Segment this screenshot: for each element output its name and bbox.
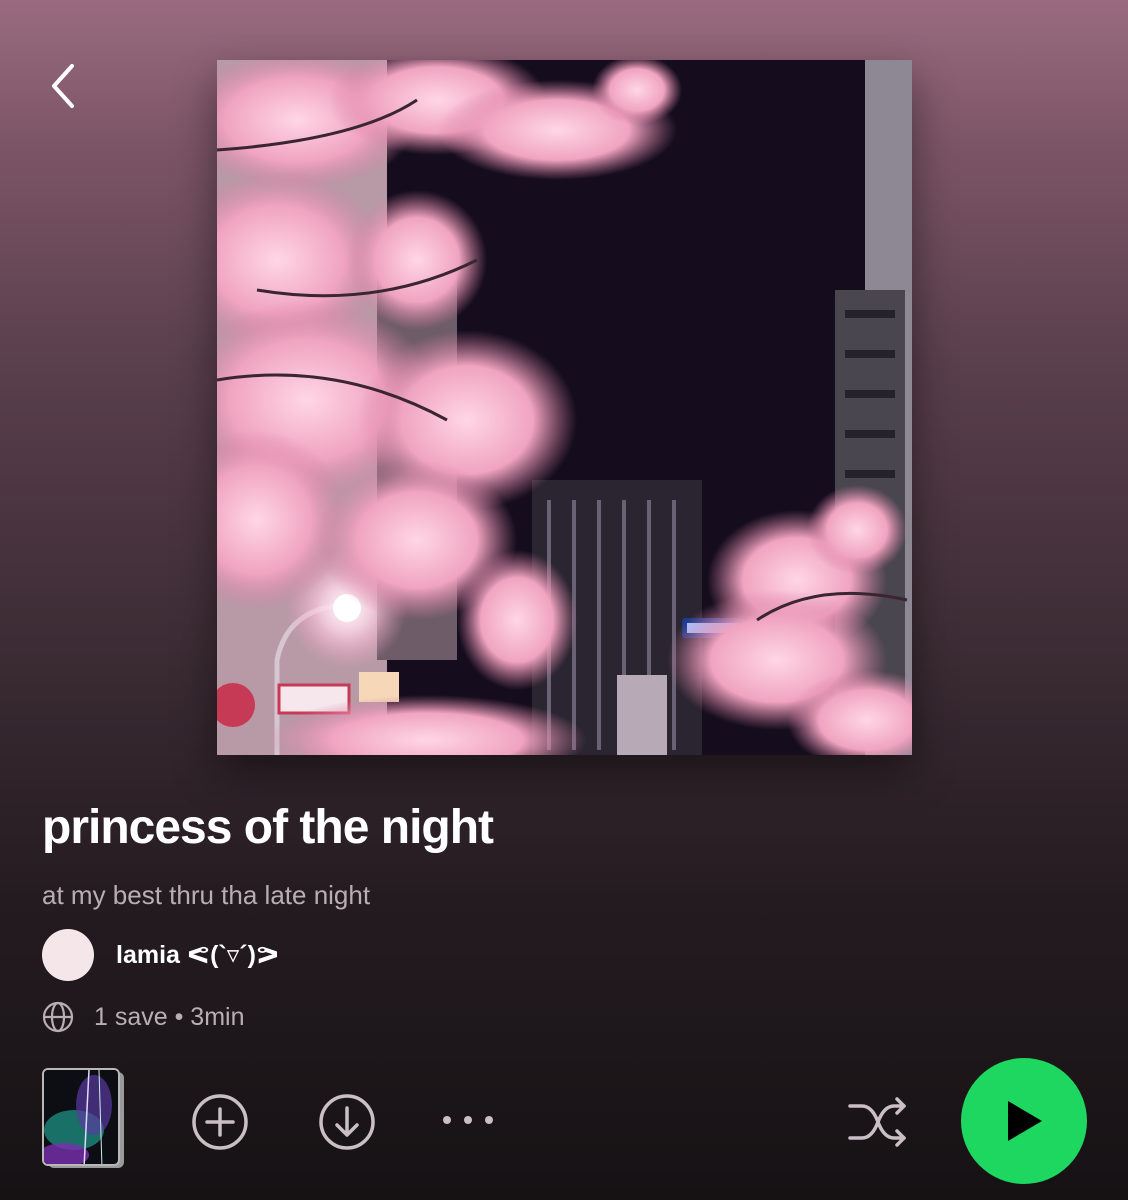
owner-row[interactable]: lamia ᕙ(`▿´)ᕗ (42, 929, 279, 981)
more-horizontal-icon (443, 1116, 493, 1124)
play-button[interactable] (961, 1058, 1087, 1184)
play-icon (1008, 1101, 1042, 1141)
playlist-description: at my best thru tha late night (42, 880, 371, 910)
shuffle-button[interactable] (844, 1090, 912, 1154)
globe-icon (42, 1001, 74, 1033)
playlist-meta: 1 save • 3min (42, 1000, 245, 1034)
add-button[interactable] (188, 1090, 252, 1154)
chevron-left-icon (52, 64, 74, 108)
preview-thumbnail[interactable] (42, 1068, 126, 1172)
save-count-duration: 1 save • 3min (94, 1002, 245, 1031)
download-circle-icon (319, 1094, 375, 1150)
download-button[interactable] (315, 1090, 379, 1154)
playlist-title: princess of the night (42, 801, 494, 854)
owner-name[interactable]: lamia ᕙ(`▿´)ᕗ (116, 940, 279, 970)
add-circle-icon (192, 1094, 248, 1150)
back-button[interactable] (38, 58, 88, 114)
more-options-button[interactable] (436, 1100, 500, 1140)
shuffle-icon (848, 1097, 906, 1147)
avatar[interactable] (42, 929, 94, 981)
playlist-cover-image (217, 60, 912, 755)
